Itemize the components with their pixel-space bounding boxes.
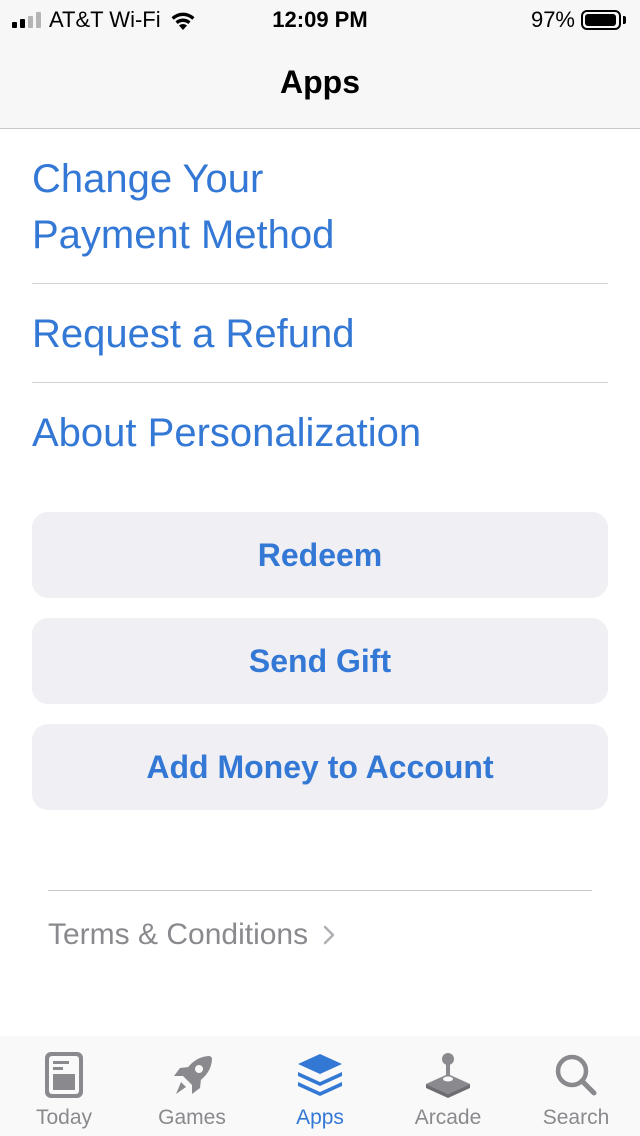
tab-games-label: Games [158, 1106, 226, 1129]
status-bar: AT&T Wi-Fi 12:09 PM 97% [0, 0, 640, 40]
change-payment-line2: Payment Method [32, 213, 335, 257]
battery-icon [581, 10, 621, 30]
request-refund-link[interactable]: Request a Refund [32, 284, 608, 383]
battery-percent: 97% [530, 7, 575, 32]
terms-label: Terms & Conditions [48, 918, 309, 951]
battery-level-fill [585, 14, 616, 26]
tab-search-label: Search [542, 1106, 610, 1129]
terms-and-conditions-link[interactable]: Terms & Conditions [48, 918, 336, 952]
battery-nub [623, 16, 626, 24]
about-personalization-label: About Personalization [32, 411, 422, 455]
tab-today-label: Today [35, 1106, 93, 1129]
today-icon [45, 1052, 83, 1098]
tab-arcade-label: Arcade [414, 1106, 482, 1129]
footer-divider [48, 890, 592, 891]
search-icon [555, 1054, 597, 1096]
send-gift-button[interactable]: Send Gift [32, 618, 608, 704]
layers-icon [298, 1054, 342, 1096]
request-refund-label: Request a Refund [32, 312, 355, 356]
tab-today[interactable]: Today [0, 1036, 128, 1136]
change-payment-line1: Change Your [32, 157, 264, 201]
page-title: Apps [280, 64, 360, 100]
tab-apps-label: Apps [296, 1106, 344, 1129]
account-links-list: Change Your Payment Method Request a Ref… [32, 129, 608, 481]
tab-arcade[interactable]: Arcade [384, 1036, 512, 1136]
navigation-bar: Apps [0, 40, 640, 129]
app-store-screen: AT&T Wi-Fi 12:09 PM 97% Apps Change Your… [0, 0, 640, 1136]
add-money-button[interactable]: Add Money to Account [32, 724, 608, 810]
redeem-button[interactable]: Redeem [32, 512, 608, 598]
rocket-icon [174, 1056, 212, 1094]
chevron-right-icon [323, 925, 335, 945]
tab-search[interactable]: Search [512, 1036, 640, 1136]
tab-games[interactable]: Games [128, 1036, 256, 1136]
about-personalization-link[interactable]: About Personalization [32, 383, 608, 481]
change-payment-method-link[interactable]: Change Your Payment Method [32, 129, 608, 284]
joystick-icon [426, 1053, 470, 1098]
tab-bar: Today Games Apps Arcade Search [0, 1036, 640, 1136]
tab-apps[interactable]: Apps [256, 1036, 384, 1136]
status-right: 97% [531, 6, 626, 34]
